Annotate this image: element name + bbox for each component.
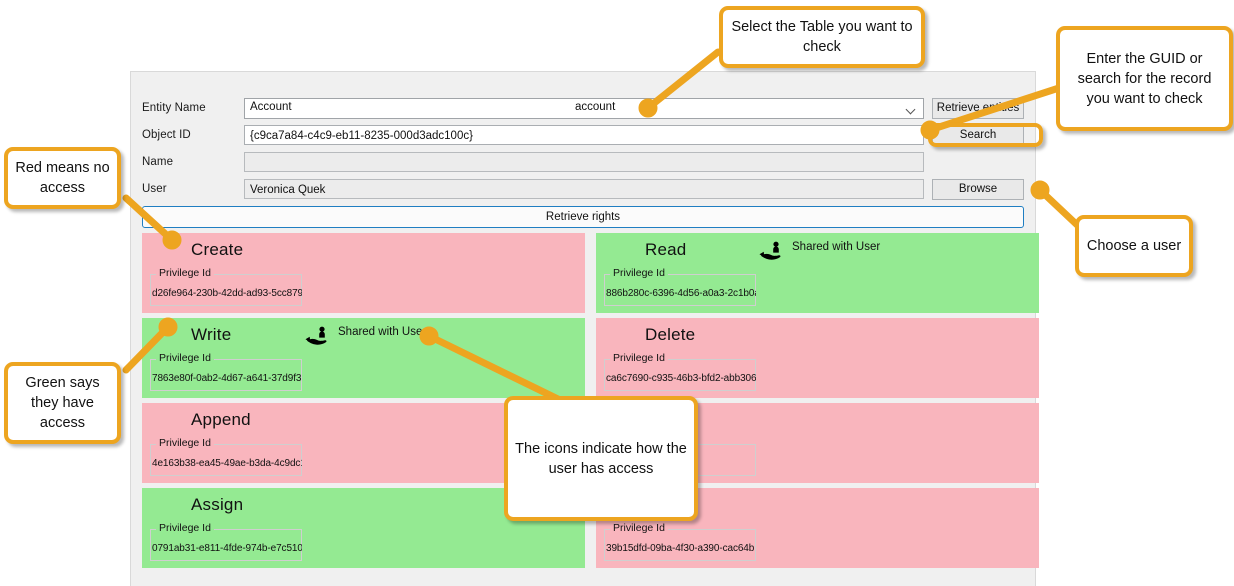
privilege-id-value: ca6c7690-c935-46b3-bfd2-abb306: [606, 373, 756, 384]
privilege-id-value: 7863e80f-0ab2-4d67-a641-37d9f3: [152, 373, 302, 384]
name-input[interactable]: [244, 152, 924, 172]
privilege-id-group: Privilege Id 39b15dfd-09ba-4f30-a390-cac6…: [604, 522, 756, 561]
privilege-card-title: Create: [191, 240, 244, 259]
privilege-id-label: Privilege Id: [156, 352, 214, 364]
privilege-id-group: Privilege Id ca6c7690-c935-46b3-bfd2-abb3…: [604, 352, 756, 391]
privilege-card-title: Delete: [645, 325, 696, 344]
privilege-id-group: Privilege Id 0791ab31-e811-4fde-974b-e7c5…: [150, 522, 302, 561]
privilege-id-group: Privilege Id 7863e80f-0ab2-4d67-a641-37d9…: [150, 352, 302, 391]
form-row-user: User Veronica Quek Browse: [131, 179, 1035, 205]
user-label: User: [142, 183, 167, 195]
privilege-id-group: Privilege Id d26fe964-230b-42dd-ad93-5cc8…: [150, 267, 302, 306]
privilege-id-group: Privilege Id 886b280c-6396-4d56-a0a3-2c1b…: [604, 267, 756, 306]
privilege-card-title: Write: [191, 325, 232, 344]
privilege-id-label: Privilege Id: [610, 522, 668, 534]
form-row-name: Name: [131, 152, 1035, 178]
shared-with-user-label: Shared with User: [792, 241, 881, 253]
privilege-card-title: Append: [191, 410, 251, 429]
privilege-id-value: 886b280c-6396-4d56-a0a3-2c1b0a: [606, 288, 756, 299]
callout-red-no-access: Red means no access: [4, 147, 121, 209]
callout-enter-guid: Enter the GUID or search for the record …: [1056, 26, 1233, 131]
callout-select-table: Select the Table you want to check: [719, 6, 925, 68]
privilege-id-label: Privilege Id: [156, 437, 214, 449]
shared-with-user-icon: [305, 326, 333, 348]
privilege-id-label: Privilege Id: [610, 352, 668, 364]
object-id-label: Object ID: [142, 129, 191, 141]
privilege-id-label: Privilege Id: [610, 267, 668, 279]
form-row-object-id: Object ID {c9ca7a84-c4c9-eb11-8235-000d3…: [131, 125, 1035, 151]
privilege-id-label: Privilege Id: [156, 522, 214, 534]
chevron-down-icon[interactable]: [907, 106, 916, 111]
privilege-id-value: 4e163b38-ea45-49ae-b3da-4c9dc1: [152, 458, 302, 469]
user-input[interactable]: Veronica Quek: [244, 179, 924, 199]
privilege-id-value: d26fe964-230b-42dd-ad93-5cc879: [152, 288, 302, 299]
privilege-id-group: Privilege Id 4e163b38-ea45-49ae-b3da-4c9d…: [150, 437, 302, 476]
entity-name-value: Account: [250, 101, 292, 113]
callout-icons-indicate: The icons indicate how the user has acce…: [504, 396, 698, 521]
privilege-card: Delete Privilege Id ca6c7690-c935-46b3-bfd…: [596, 318, 1039, 398]
shared-with-user-label: Shared with User: [338, 326, 427, 338]
callout-green-access: Green says they have access: [4, 362, 121, 444]
form-row-entity-name: Entity Name Account account Retrieve ent…: [131, 98, 1035, 124]
privilege-card: Create Privilege Id d26fe964-230b-42dd-ad9…: [142, 233, 585, 313]
retrieve-entities-button[interactable]: Retrieve entities: [932, 98, 1024, 119]
privilege-card: Write Shared with User Privilege Id 7863e80…: [142, 318, 585, 398]
privilege-id-label: Privilege Id: [156, 267, 214, 279]
shared-with-user-icon: [759, 241, 787, 263]
entity-logical-name-value: account: [575, 101, 616, 113]
privilege-id-value: 39b15dfd-09ba-4f30-a390-cac64b: [606, 543, 755, 554]
privilege-id-value: 0791ab31-e811-4fde-974b-e7c510: [152, 543, 302, 554]
callout-choose-user: Choose a user: [1075, 215, 1193, 277]
name-label: Name: [142, 156, 174, 168]
retrieve-rights-button[interactable]: Retrieve rights: [142, 206, 1024, 228]
browse-button[interactable]: Browse: [932, 179, 1024, 200]
privilege-card-title: Read: [645, 240, 687, 259]
search-button-highlight: [928, 123, 1043, 147]
object-id-input[interactable]: {c9ca7a84-c4c9-eb11-8235-000d3adc100c}: [244, 125, 924, 145]
privilege-card: Read Shared with User Privilege Id 886b280c…: [596, 233, 1039, 313]
privilege-card-title: Assign: [191, 495, 244, 514]
entity-name-combobox[interactable]: Account account: [244, 98, 924, 119]
entity-name-label: Entity Name: [142, 102, 206, 114]
